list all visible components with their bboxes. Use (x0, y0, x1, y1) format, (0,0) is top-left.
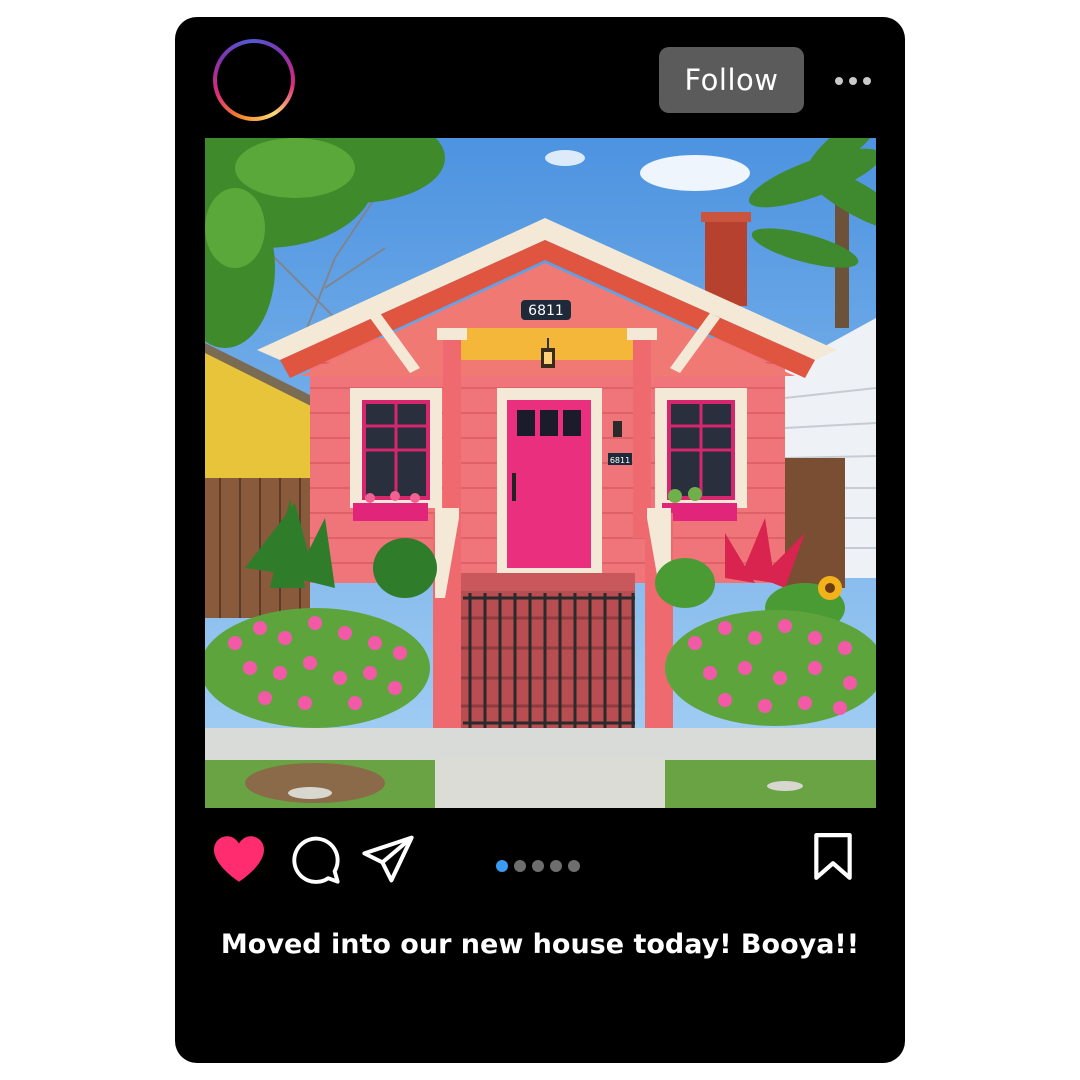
house-number: 6811 (528, 303, 564, 319)
carousel-dot[interactable] (568, 860, 580, 872)
carousel-dot[interactable] (532, 860, 544, 872)
bookmark-icon[interactable] (811, 832, 855, 882)
post-card: Follow 6811 6811 Moved into our new hous… (175, 17, 905, 1063)
more-horizontal-icon[interactable] (835, 74, 871, 88)
follow-button[interactable]: Follow (659, 47, 804, 113)
carousel-dot[interactable] (496, 860, 508, 872)
carousel-dot[interactable] (550, 860, 562, 872)
heart-icon[interactable] (211, 834, 267, 884)
house-number-small: 6811 (610, 456, 630, 465)
post-image[interactable]: 6811 6811 (205, 138, 876, 808)
comment-icon[interactable] (290, 834, 342, 886)
post-caption: Moved into our new house today! Booya!! (220, 929, 860, 960)
carousel-dot[interactable] (514, 860, 526, 872)
carousel-indicator (496, 860, 580, 872)
action-bar (175, 822, 905, 892)
avatar[interactable] (213, 39, 295, 121)
paper-plane-icon[interactable] (361, 834, 415, 884)
